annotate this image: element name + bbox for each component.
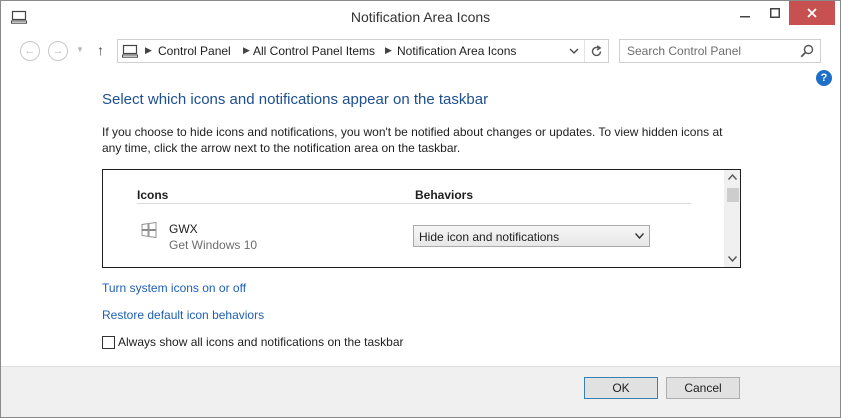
restore-defaults-link[interactable]: Restore default icon behaviors — [102, 308, 264, 322]
vertical-scrollbar[interactable] — [724, 170, 740, 267]
dialog-footer: OK Cancel — [1, 366, 840, 417]
recent-locations-dropdown[interactable]: ▼ — [76, 45, 84, 54]
search-icon[interactable] — [800, 44, 814, 58]
close-button[interactable] — [789, 1, 835, 25]
title-bar[interactable]: Notification Area Icons — [1, 1, 840, 33]
search-input[interactable] — [620, 40, 798, 62]
search-box[interactable] — [619, 39, 821, 63]
breadcrumb-control-panel[interactable]: Control Panel — [158, 44, 231, 58]
help-icon[interactable]: ? — [816, 70, 832, 86]
always-show-label[interactable]: Always show all icons and notifications … — [118, 335, 404, 349]
behavior-selected-value: Hide icon and notifications — [419, 230, 560, 244]
chevron-down-icon: ▼ — [76, 45, 84, 54]
navigation-bar: ← → ▼ ↑ ▶ Control Panel ▶ All Control Pa… — [1, 37, 840, 65]
maximize-button[interactable] — [760, 1, 790, 25]
scroll-down-arrow-icon[interactable] — [728, 256, 737, 262]
forward-button[interactable]: → — [48, 41, 68, 61]
back-button[interactable]: ← — [20, 41, 40, 61]
cancel-button[interactable]: Cancel — [666, 377, 740, 399]
arrow-up-icon: ↑ — [97, 42, 104, 58]
page-title: Select which icons and notifications app… — [102, 91, 489, 108]
turn-system-icons-link[interactable]: Turn system icons on or off — [102, 281, 246, 295]
always-show-checkbox[interactable] — [102, 335, 115, 349]
window-title: Notification Area Icons — [350, 9, 491, 25]
header-divider — [137, 203, 691, 204]
refresh-button[interactable] — [584, 40, 608, 62]
computer-icon — [122, 44, 138, 58]
chevron-down-icon — [635, 233, 644, 239]
page-description: If you choose to hide icons and notifica… — [102, 125, 723, 155]
arrow-left-icon: ← — [24, 45, 36, 57]
arrow-right-icon: → — [52, 45, 64, 57]
scrollbar-thumb[interactable] — [727, 188, 739, 202]
breadcrumb-separator-icon[interactable]: ▶ — [243, 45, 250, 56]
column-header-icons: Icons — [137, 188, 169, 202]
always-show-option[interactable]: Always show all icons and notifications … — [102, 335, 404, 349]
breadcrumb-notification-area-icons[interactable]: Notification Area Icons — [397, 44, 516, 58]
breadcrumb-separator-icon[interactable]: ▶ — [385, 45, 392, 56]
ok-button[interactable]: OK — [584, 377, 658, 399]
icons-list-panel: Icons Behaviors GWX Get Windows 10 Hide … — [102, 169, 741, 268]
windows-logo-icon — [141, 222, 157, 238]
breadcrumb-separator-icon[interactable]: ▶ — [145, 45, 152, 56]
row-description: Get Windows 10 — [169, 238, 258, 252]
address-dropdown-icon[interactable] — [568, 46, 580, 56]
scroll-up-arrow-icon[interactable] — [728, 174, 737, 180]
maximize-icon — [770, 8, 780, 18]
refresh-icon — [591, 44, 602, 56]
close-icon — [807, 8, 817, 18]
address-bar[interactable]: ▶ Control Panel ▶ All Control Panel Item… — [117, 39, 609, 63]
minimize-button[interactable] — [730, 1, 760, 25]
up-button[interactable]: ↑ — [97, 42, 104, 58]
row-name: GWX — [169, 222, 198, 236]
control-panel-window: Notification Area Icons ← → ▼ ↑ ▶ Contro… — [0, 0, 841, 418]
column-header-behaviors: Behaviors — [415, 188, 474, 202]
breadcrumb-all-items[interactable]: All Control Panel Items — [253, 44, 375, 58]
behavior-dropdown[interactable]: Hide icon and notifications — [413, 225, 650, 247]
minimize-icon — [740, 16, 750, 18]
